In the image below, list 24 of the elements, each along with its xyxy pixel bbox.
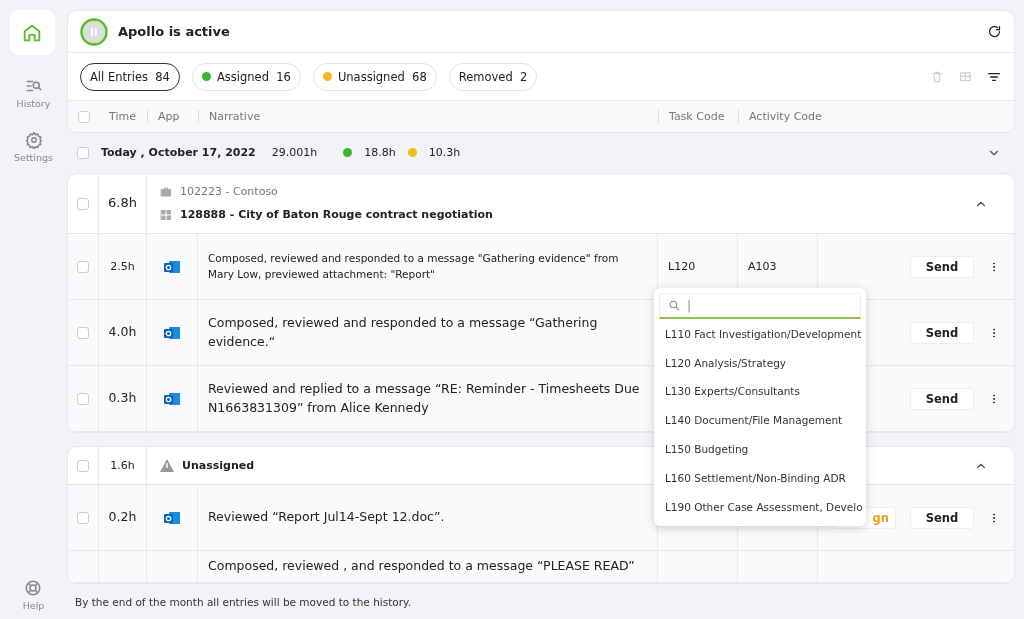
column-header: Time <box>108 110 137 123</box>
row-time: 0.2h <box>108 508 137 527</box>
day-date: Today , October 17, 2022 <box>101 146 256 159</box>
row-time: 2.5h <box>110 258 135 275</box>
narrative-text: Composed, reviewed and responded to a message "Gathering evidence" from Mary Low, previewed attachment: "Report" <box>208 251 620 282</box>
group-time: 6.8h <box>108 194 137 213</box>
unassigned-total: 10.3h <box>428 146 461 159</box>
column-header: App <box>147 110 198 123</box>
narrative-text: Reviewed “Report Jul14-Sept 12.doc”. <box>208 508 445 527</box>
narrative-text: Composed, reviewed and responded to a message “Gathering evidence.“ <box>208 314 599 351</box>
matter-name: 128888 - City of Baton Rouge contract negotiation <box>180 207 493 223</box>
client-name: 102223 - Contoso <box>180 184 278 200</box>
column-header: Task Code <box>658 110 738 123</box>
narrative-text: Reviewed and replied to a message “RE: Reminder - Timesheets Due N1663831309” from Alice Kennedy <box>208 380 641 417</box>
group-time: 1.6h <box>110 457 135 474</box>
status-title: Apollo is active <box>118 24 231 39</box>
footer-note: By the end of the month all entries will be moved to the history. <box>75 595 412 608</box>
matter-name: Unassigned <box>182 457 255 474</box>
column-header: Narrative <box>198 110 658 123</box>
row-time: 0.3h <box>108 389 137 408</box>
narrative-text: Composed, reviewed , and responded to a message “PLEASE READ” <box>208 557 635 576</box>
row-time: 4.0h <box>108 323 137 342</box>
assigned-total: 18.8h <box>364 146 396 159</box>
day-total: 29.001h <box>271 146 318 159</box>
